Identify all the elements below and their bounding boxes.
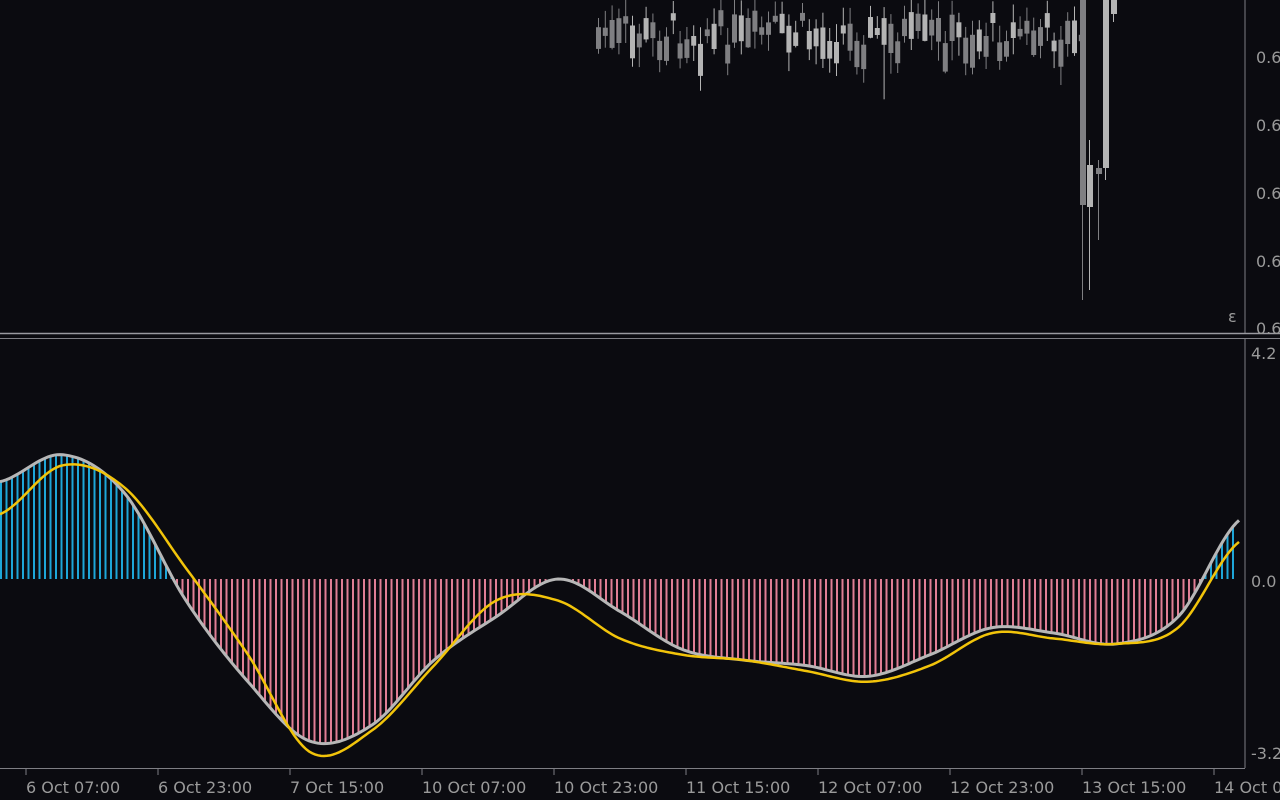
candle-body-0 [596, 27, 601, 49]
candle-body-17 [711, 23, 717, 49]
candle-body-26 [772, 15, 778, 22]
candle-body-1 [602, 27, 608, 36]
price-label-4: 0.6 [1256, 252, 1280, 271]
candle-body-20 [732, 14, 737, 43]
candle-body-14 [691, 36, 697, 46]
candle-body-24 [759, 27, 765, 35]
candle-body-42 [881, 18, 887, 45]
candle-body-37 [847, 23, 853, 51]
candle-body-60 [1004, 41, 1009, 57]
candle-body-49 [929, 19, 935, 36]
candle-body-67 [1051, 40, 1057, 52]
candle-body-21 [738, 15, 744, 42]
trading-chart: 0.6 0.6 0.6 0.6 0.6 ε 4.2 0.0 -3.2 6 Oct… [0, 0, 1280, 800]
candle-body-22 [745, 18, 751, 48]
candle-body-19 [725, 44, 731, 64]
candle-body-32 [813, 28, 819, 47]
drop-candle-body-4 [1111, 0, 1117, 14]
drop-candle-body-2 [1096, 168, 1102, 174]
candle-body-3 [616, 18, 622, 43]
candle-body-34 [827, 41, 833, 59]
time-label-2: 7 Oct 15:00 [290, 778, 384, 797]
candle-body-10 [664, 36, 669, 61]
candle-body-4 [623, 16, 629, 24]
candle-body-41 [874, 28, 880, 35]
drop-candle-body-3 [1103, 0, 1109, 168]
drop-candle-body-1 [1087, 165, 1093, 207]
time-label-0: 6 Oct 07:00 [26, 778, 120, 797]
candle-body-31 [806, 31, 812, 50]
candle-body-66 [1044, 13, 1050, 28]
candle-body-7 [643, 18, 649, 40]
candle-body-18 [718, 10, 724, 27]
candle-body-52 [949, 14, 955, 41]
time-label-4: 10 Oct 23:00 [554, 778, 658, 797]
time-label-3: 10 Oct 07:00 [422, 778, 526, 797]
time-label-7: 12 Oct 23:00 [950, 778, 1054, 797]
candle-body-36 [840, 25, 846, 34]
candle-body-59 [997, 42, 1003, 61]
candle-body-46 [908, 12, 914, 39]
candle-body-15 [698, 43, 703, 76]
candle-body-13 [684, 39, 690, 58]
candle-body-11 [670, 13, 676, 21]
candle-body-8 [650, 22, 656, 39]
candle-body-53 [956, 22, 962, 38]
price-label-3: 0.6 [1256, 184, 1280, 203]
candle-body-33 [820, 27, 826, 59]
candle-body-5 [630, 25, 635, 59]
price-label-1: 0.6 [1256, 48, 1280, 67]
indicator-label-zero: 0.0 [1251, 572, 1276, 591]
candle-body-12 [677, 43, 683, 59]
time-label-1: 6 Oct 23:00 [158, 778, 252, 797]
candle-body-63 [1024, 20, 1030, 34]
candle-body-16 [704, 29, 710, 37]
candle-body-43 [888, 23, 894, 53]
candle-body-9 [657, 40, 663, 61]
candle-body-70 [1072, 20, 1077, 54]
candle-body-29 [793, 32, 799, 46]
candle-body-61 [1010, 22, 1016, 38]
candle-body-58 [990, 13, 996, 23]
candle-body-68 [1058, 39, 1064, 67]
candle-body-38 [854, 40, 860, 68]
price-label-2: 0.6 [1256, 116, 1280, 135]
candle-body-35 [834, 42, 839, 64]
candle-body-69 [1065, 20, 1071, 44]
indicator-label-max: 4.2 [1251, 344, 1276, 363]
drop-candle-body-0 [1080, 0, 1086, 205]
candle-body-39 [861, 44, 867, 70]
time-label-6: 12 Oct 07:00 [818, 778, 922, 797]
price-label-5: 0.6 [1256, 319, 1280, 338]
candle-body-64 [1031, 30, 1037, 55]
candle-body-62 [1017, 28, 1023, 37]
candle-body-28 [786, 25, 792, 53]
candle-body-47 [915, 13, 921, 31]
candle-body-51 [942, 43, 948, 72]
candle-body-54 [963, 37, 969, 64]
candle-body-65 [1038, 27, 1043, 46]
candle-body-56 [976, 29, 982, 52]
time-label-8: 13 Oct 15:00 [1082, 778, 1186, 797]
candle-body-55 [970, 34, 975, 68]
time-label-9: 14 Oct 0 [1214, 778, 1280, 797]
candle-body-40 [868, 17, 873, 38]
candle-body-30 [800, 12, 805, 21]
candle-body-45 [902, 18, 907, 37]
indicator-label-min: -3.2 [1251, 744, 1280, 763]
candle-body-2 [609, 20, 615, 48]
candle-body-23 [752, 10, 758, 32]
candle-body-6 [636, 33, 642, 48]
candle-body-48 [922, 14, 928, 41]
corner-mark: ε [1228, 307, 1237, 326]
candle-body-25 [766, 22, 771, 35]
candle-body-44 [895, 41, 901, 64]
candle-body-57 [983, 36, 989, 57]
time-label-5: 11 Oct 15:00 [686, 778, 790, 797]
candle-body-27 [779, 13, 785, 34]
candle-body-50 [936, 18, 941, 42]
chart-background [0, 0, 1280, 800]
